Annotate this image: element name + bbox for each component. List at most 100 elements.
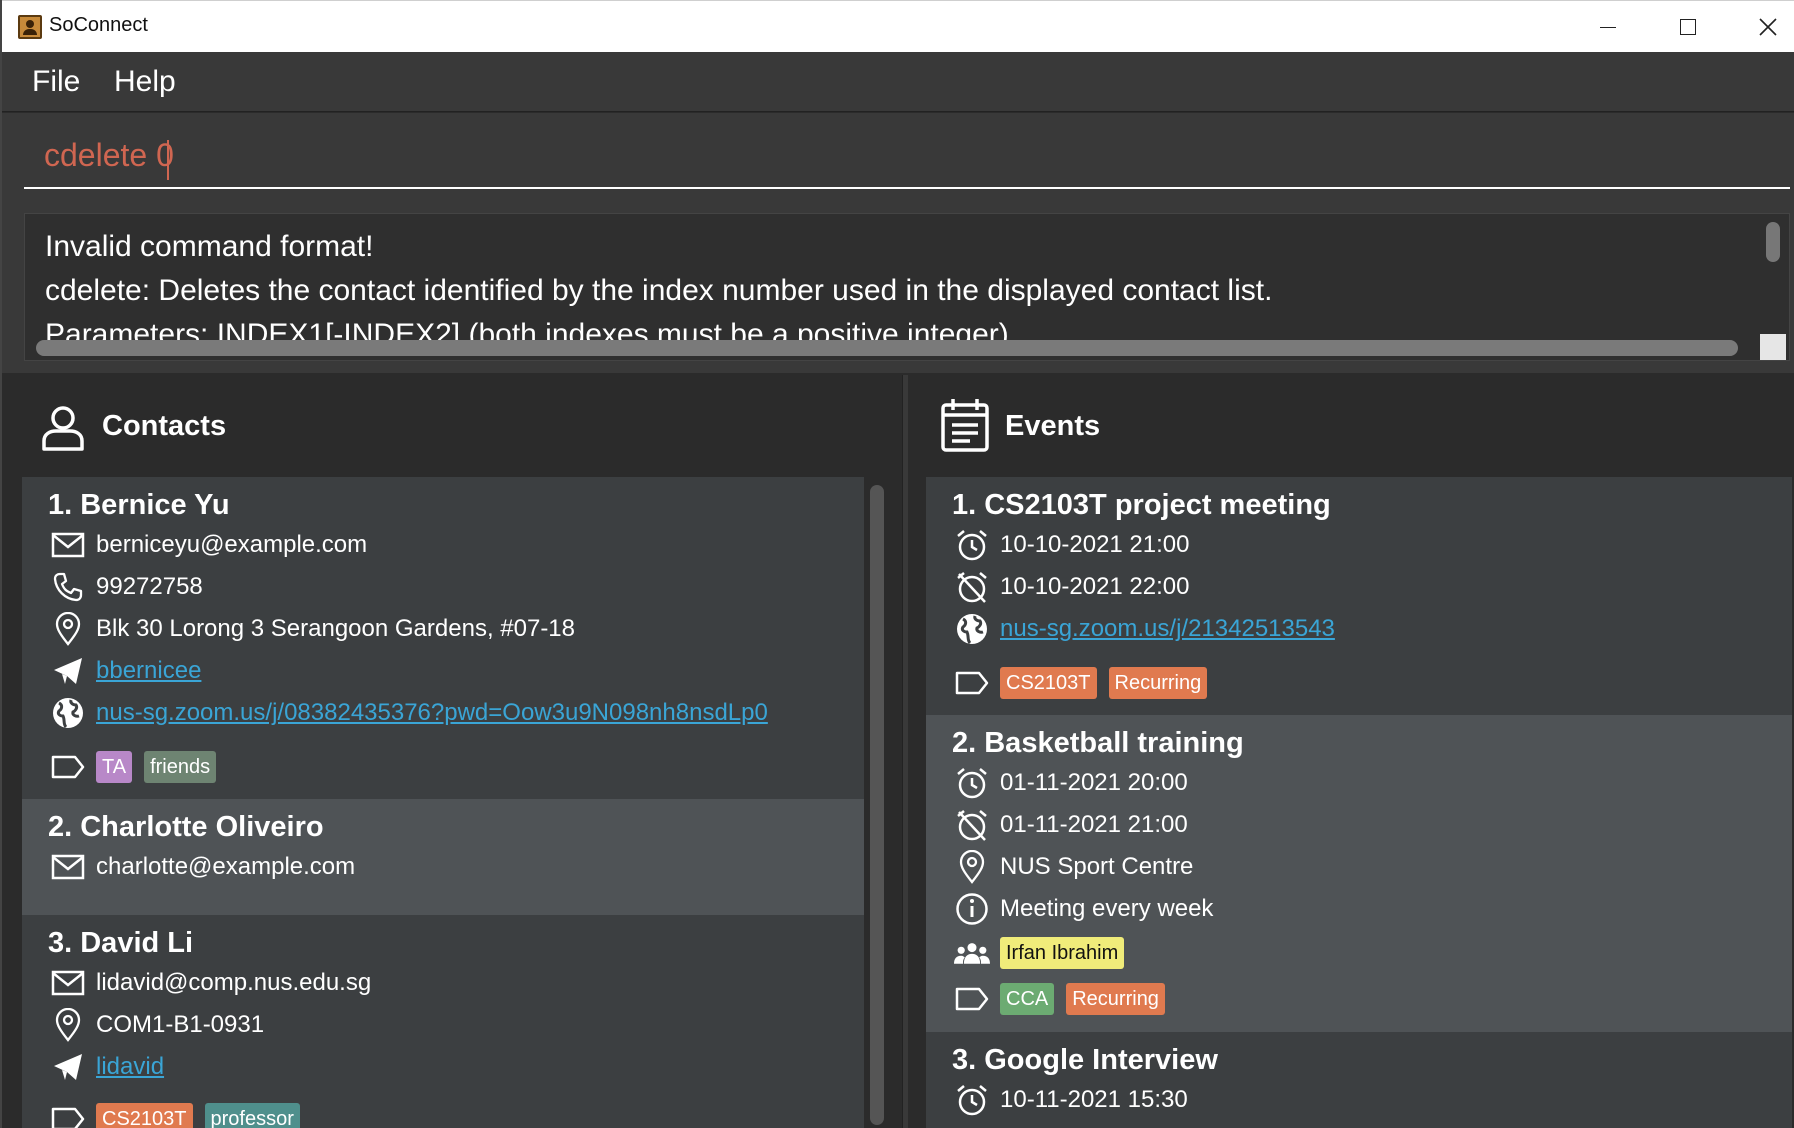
event-end-time: 01-11-2021 21:00 — [1000, 811, 1188, 838]
event-end-row: 01-11-2021 21:00 — [954, 807, 1188, 843]
event-start-row: 10-10-2021 21:00 — [954, 527, 1190, 563]
event-participants-row: Irfan Ibrahim — [954, 935, 1136, 971]
contact-telegram-link[interactable]: bbernicee — [96, 657, 201, 685]
contact-email: lidavid@comp.nus.edu.sg — [96, 969, 372, 996]
alarm-off-icon — [954, 807, 990, 843]
contact-address: COM1-B1-0931 — [96, 1011, 265, 1038]
close-button[interactable] — [1728, 1, 1794, 53]
contact-zoom-link[interactable]: nus-sg.zoom.us/j/08382435376?pwd=Oow3u9N… — [96, 699, 768, 727]
main-panels: Contacts Events 1. Bernice Yu berniceyu@… — [2, 375, 1794, 1128]
contact-zoom-row: nus-sg.zoom.us/j/08382435376?pwd=Oow3u9N… — [50, 695, 768, 731]
tag-icon — [50, 749, 86, 785]
contact-telegram-row: lidavid — [50, 1049, 164, 1085]
participant-badge[interactable]: Irfan Ibrahim — [1000, 937, 1125, 969]
event-name: 3. Google Interview — [952, 1044, 1218, 1076]
event-name: 2. Basketball training — [952, 727, 1244, 759]
email-icon — [50, 527, 86, 563]
scrollbar-corner — [1760, 334, 1786, 360]
menu-help[interactable]: Help — [114, 65, 176, 99]
event-list[interactable]: 1. CS2103T project meeting 10-10-2021 21… — [926, 477, 1792, 1128]
contact-phone: 99272758 — [96, 573, 203, 600]
contact-tags-row: TA friends — [50, 749, 228, 785]
contact-email-row: charlotte@example.com — [50, 849, 355, 885]
tag-icon — [50, 1101, 86, 1128]
event-start-time: 01-11-2021 20:00 — [1000, 769, 1188, 796]
contact-card[interactable]: 1. Bernice Yu berniceyu@example.com 9927… — [22, 477, 864, 799]
minimize-icon — [1600, 26, 1616, 28]
contact-email: charlotte@example.com — [96, 853, 356, 880]
telegram-icon — [50, 1049, 86, 1085]
maximize-button[interactable] — [1648, 1, 1728, 53]
result-horizontal-scrollbar[interactable] — [36, 340, 1738, 356]
event-name: 1. CS2103T project meeting — [952, 489, 1331, 521]
event-card[interactable]: 2. Basketball training 01-11-2021 20:00 … — [926, 715, 1792, 1032]
location-pin-icon — [50, 611, 86, 647]
window-title: SoConnect — [49, 14, 148, 36]
contacts-panel-header: Contacts — [2, 375, 902, 475]
menu-bar: File Help — [2, 52, 1794, 112]
app-window: SoConnect File Help Invalid command form… — [0, 0, 1794, 1128]
contact-list[interactable]: 1. Bernice Yu berniceyu@example.com 9927… — [22, 477, 864, 1128]
contacts-title: Contacts — [102, 410, 227, 442]
contact-telegram-row: bbernicee — [50, 653, 201, 689]
tag-badge: CS2103T — [1000, 667, 1097, 699]
group-icon — [954, 935, 990, 971]
text-caret — [167, 140, 169, 180]
event-start-time: 10-10-2021 21:00 — [1000, 531, 1190, 558]
tag-icon — [954, 665, 990, 701]
event-start-row: 01-11-2021 20:00 — [954, 765, 1188, 801]
event-end-row: 10-10-2021 22:00 — [954, 569, 1190, 605]
alarm-clock-icon — [954, 1082, 990, 1118]
globe-icon — [954, 611, 990, 647]
location-pin-icon — [50, 1007, 86, 1043]
contact-card[interactable]: 3. David Li lidavid@comp.nus.edu.sg COM1… — [22, 915, 864, 1128]
alarm-off-icon — [954, 569, 990, 605]
title-bar: SoConnect — [2, 0, 1794, 52]
contact-list-scrollbar[interactable] — [870, 485, 884, 1125]
telegram-icon — [50, 653, 86, 689]
contact-email-row: berniceyu@example.com — [50, 527, 367, 563]
alarm-clock-icon — [954, 527, 990, 563]
contact-tags-row: CS2103T professor — [50, 1101, 312, 1128]
person-icon — [40, 405, 86, 451]
event-card[interactable]: 1. CS2103T project meeting 10-10-2021 21… — [926, 477, 1792, 715]
result-vertical-scrollbar[interactable] — [1766, 222, 1780, 262]
contact-name: 1. Bernice Yu — [48, 489, 230, 521]
result-display[interactable]: Invalid command format! cdelete: Deletes… — [24, 213, 1790, 361]
close-icon — [1759, 18, 1777, 36]
location-pin-icon — [954, 849, 990, 885]
result-message-line: cdelete: Deletes the contact identified … — [45, 274, 1273, 307]
contact-phone-row: 99272758 — [50, 569, 203, 605]
calendar-icon — [940, 397, 990, 453]
contact-address: Blk 30 Lorong 3 Serangoon Gardens, #07-1… — [96, 615, 576, 642]
event-description: Meeting every week — [1000, 895, 1214, 922]
result-message-line: Invalid command format! — [45, 230, 374, 263]
info-icon — [954, 891, 990, 927]
event-zoom-row: nus-sg.zoom.us/j/21342513543 — [954, 611, 1335, 647]
minimize-button[interactable] — [1568, 1, 1648, 53]
event-zoom-link[interactable]: nus-sg.zoom.us/j/21342513543 — [1000, 615, 1335, 643]
contact-email: berniceyu@example.com — [96, 531, 368, 558]
tag-badge: CCA — [1000, 983, 1055, 1015]
tag-icon — [954, 981, 990, 1017]
tag-badge: TA — [96, 751, 133, 783]
contact-telegram-link[interactable]: lidavid — [96, 1053, 164, 1081]
menu-file[interactable]: File — [32, 65, 80, 99]
command-input[interactable] — [24, 123, 1790, 189]
event-start-time: 10-11-2021 15:30 — [1000, 1086, 1188, 1113]
event-start-row: 10-11-2021 15:30 — [954, 1082, 1188, 1118]
globe-icon — [50, 695, 86, 731]
contact-name: 2. Charlotte Oliveiro — [48, 811, 324, 843]
app-logo-icon — [18, 15, 42, 39]
contact-card[interactable]: 2. Charlotte Oliveiro charlotte@example.… — [22, 799, 864, 915]
phone-icon — [50, 569, 86, 605]
tag-badge: CS2103T — [96, 1103, 193, 1128]
event-card[interactable]: 3. Google Interview 10-11-2021 15:30 — [926, 1032, 1792, 1128]
events-title: Events — [1005, 410, 1101, 442]
maximize-icon — [1680, 19, 1696, 35]
command-box — [2, 113, 1794, 205]
tag-badge: Recurring — [1108, 667, 1208, 699]
tag-badge: professor — [204, 1103, 300, 1128]
event-address-row: NUS Sport Centre — [954, 849, 1193, 885]
panel-divider[interactable] — [902, 375, 908, 1128]
